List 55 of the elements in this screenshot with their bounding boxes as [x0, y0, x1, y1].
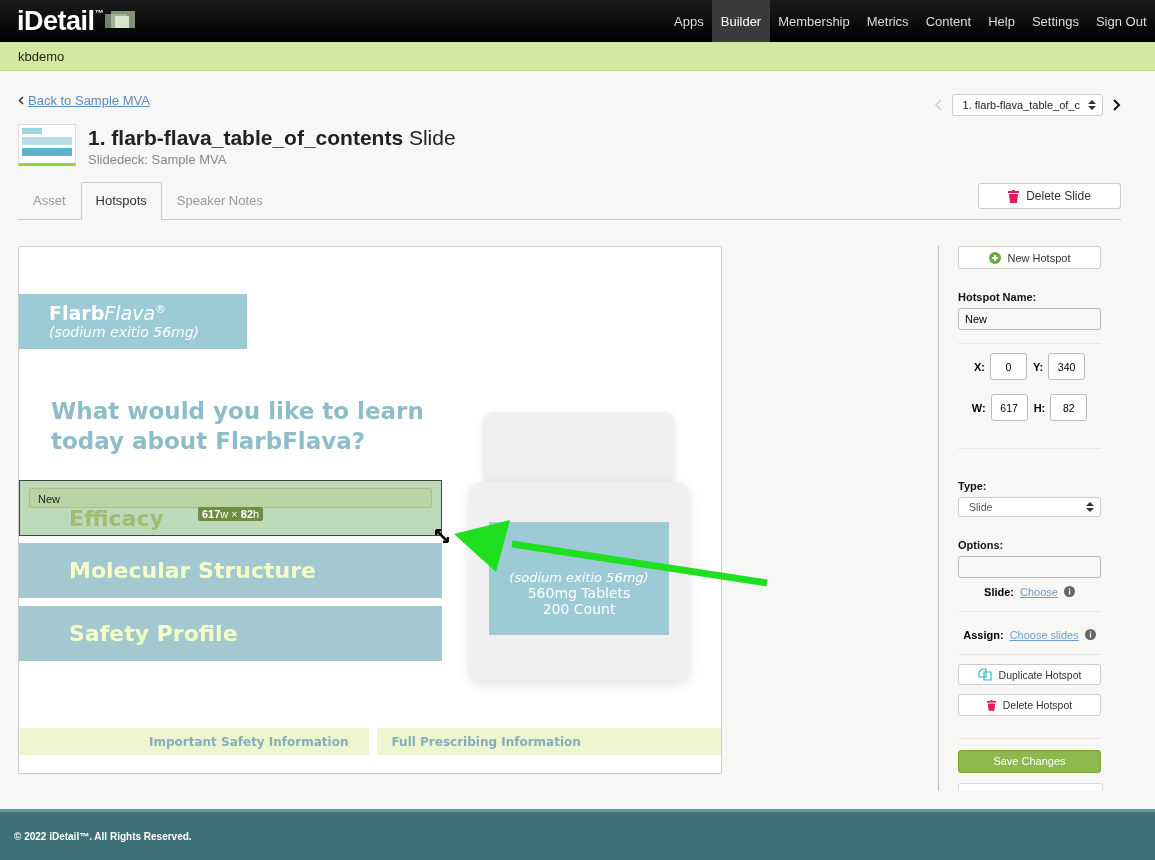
label-text: 560mg Tablets — [526, 585, 632, 601]
brand-subtitle: (sodium exitio 56mg) — [49, 324, 201, 340]
options-field[interactable] — [958, 555, 1101, 578]
hotspot-name-bar: New — [29, 488, 432, 508]
copyright-text: © 2022 iDetail™. All Rights Reserved. — [14, 830, 192, 842]
info-icon[interactable] — [1084, 629, 1096, 641]
nav-link[interactable]: Apps — [665, 0, 713, 42]
up-down-arrows-icon — [1088, 99, 1096, 111]
nav-link[interactable]: Help — [979, 0, 1024, 42]
plus-circle-icon — [988, 251, 1001, 264]
up-down-arrows-icon — [1086, 501, 1094, 513]
type-label: Type: — [958, 480, 988, 493]
coordinate-field[interactable]: 617 — [990, 394, 1028, 422]
trash-icon — [1008, 189, 1020, 203]
slide-thumbnail — [18, 124, 76, 166]
slidedeck-label: Slidedeck: Sample MVA — [88, 152, 228, 167]
coordinate-label: H: — [1033, 401, 1046, 414]
hotspot-name-field[interactable]: New — [958, 308, 1101, 331]
new-hotspot-button[interactable]: New Hotspot — [958, 246, 1101, 270]
resize-handle-icon[interactable] — [435, 529, 449, 543]
account-name: kbdemo — [18, 48, 65, 64]
brand-logo[interactable]: iDetail$^{™}$ — [17, 5, 104, 37]
info-icon[interactable] — [1063, 586, 1075, 598]
chevron-left-icon — [18, 95, 24, 105]
type-select[interactable]: Slide — [958, 497, 1101, 517]
coordinate-field[interactable]: 0 — [989, 353, 1027, 381]
nav-link[interactable]: Sign Out — [1087, 0, 1155, 42]
nav-link[interactable]: Content — [917, 0, 980, 42]
nav-link[interactable]: Membership — [769, 0, 859, 42]
nav-link[interactable]: Settings — [1023, 0, 1088, 42]
assign-label: Assign: — [963, 628, 1004, 641]
coordinate-field[interactable]: 82 — [1050, 394, 1088, 422]
coordinate-label: X: — [973, 360, 985, 373]
coordinate-label: Y: — [1032, 360, 1044, 373]
label-text: 200 Count — [541, 601, 617, 617]
options-label: Options: — [958, 538, 1005, 551]
hotspot-size: 617w × 82h — [198, 507, 264, 521]
delete-hotspot-button[interactable]: Delete Hotspot — [958, 694, 1101, 716]
brand-name: FlarbFlava$^{®}$ — [49, 302, 168, 324]
tab[interactable]: Hotspots — [80, 182, 162, 220]
coordinate-field[interactable]: 340 — [1048, 353, 1086, 381]
slide-label: Slide: — [984, 585, 1014, 598]
trash-icon — [986, 699, 996, 711]
hotspot-name-label: Hotspot Name: — [958, 291, 1038, 304]
nav-link[interactable]: Builder — [712, 0, 770, 42]
slide-title: 1. flarb-flava_table_of_contents Slide — [88, 126, 456, 150]
coordinate-label: W: — [971, 401, 986, 414]
duplicate-hotspot-button[interactable]: Duplicate Hotspot — [958, 663, 1101, 686]
nav-link[interactable]: Metrics — [858, 0, 918, 42]
slide-picker-dropdown[interactable]: 1. flarb-flava_table_of_c — [951, 94, 1103, 116]
delete-slide-button[interactable]: Delete Slide — [978, 183, 1121, 209]
copy-icon — [977, 668, 992, 681]
slide-heading: What would you like to learn today about FlarbFlava? — [51, 397, 425, 456]
label-subtitle: (sodium exitio 56mg) — [508, 570, 650, 585]
logo-squares-icon — [105, 11, 136, 31]
